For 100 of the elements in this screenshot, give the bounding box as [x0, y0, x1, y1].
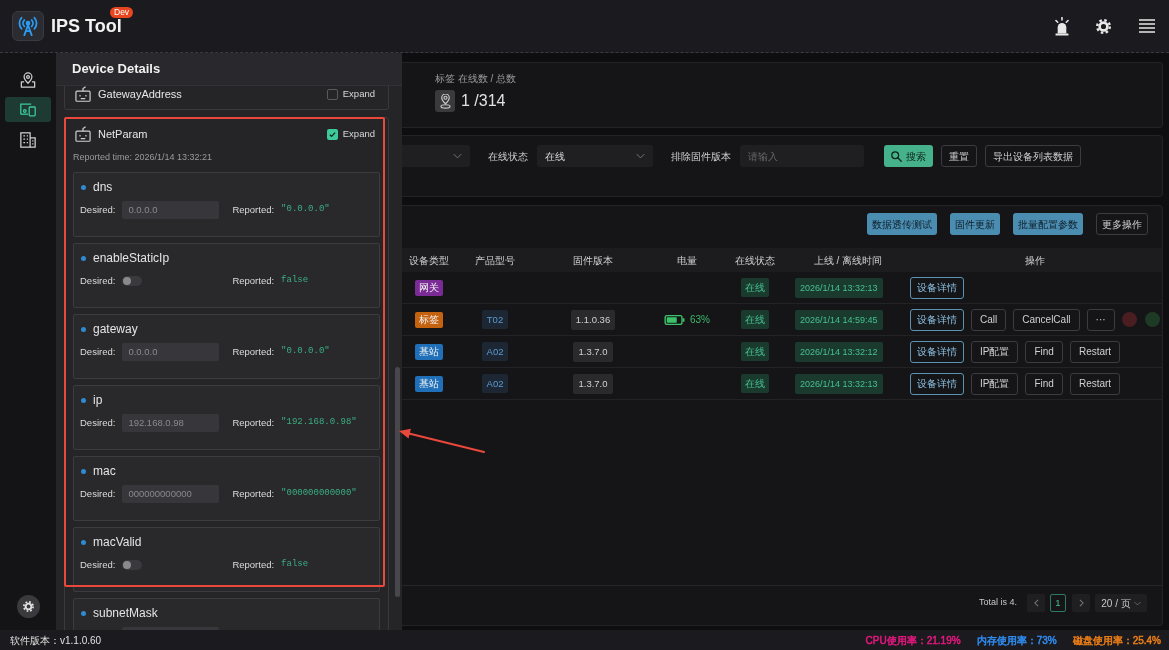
menu-icon[interactable] — [1139, 19, 1155, 33]
action-button[interactable]: 设备详情 — [910, 340, 964, 363]
section-title: NetParam — [98, 126, 148, 142]
toggle-switch[interactable] — [122, 276, 143, 286]
search-icon — [891, 150, 902, 162]
reported-value: "0.0.0.0" — [281, 345, 330, 359]
property-name: macValid — [93, 534, 142, 551]
battery-icon — [664, 314, 685, 325]
column-header: 产品型号 — [475, 253, 515, 268]
toolbar-button[interactable]: 批量配置参数 — [1013, 213, 1083, 235]
property-name: ip — [93, 392, 103, 409]
select-field[interactable]: 在线 — [537, 145, 653, 167]
desired-label: Desired: — [80, 557, 116, 572]
select-field[interactable] — [402, 145, 470, 167]
robot-icon — [75, 86, 91, 102]
filter-button[interactable]: 重置 — [941, 145, 977, 167]
time-tag: 2026/1/14 13:32:12 — [795, 341, 883, 362]
action-button[interactable]: Call — [971, 308, 1007, 331]
model-tag: T02 — [481, 310, 509, 329]
total-count: Total is 4. — [978, 596, 1017, 610]
filter-button[interactable]: 搜索 — [884, 145, 933, 167]
chevron-down-icon — [1133, 600, 1141, 606]
sidebar-item[interactable] — [5, 97, 51, 122]
model-tag: A02 — [481, 342, 509, 361]
usage-reading: 磁盘使用率：25.4% — [1072, 633, 1161, 648]
robot-icon — [75, 126, 91, 142]
filter-button[interactable]: 导出设备列表数据 — [985, 145, 1081, 167]
settings-button[interactable] — [16, 595, 40, 618]
property-name: enableStaticIp — [93, 250, 170, 267]
desired-input[interactable]: 192.168.0.98 — [122, 414, 220, 432]
action-button[interactable]: ··· — [1086, 308, 1115, 331]
reported-label: Reported: — [232, 344, 275, 359]
action-button[interactable]: Restart — [1069, 372, 1121, 395]
action-button[interactable]: 设备详情 — [910, 372, 964, 395]
desired-label: Desired: — [80, 415, 116, 430]
time-tag: 2026/1/14 13:32:13 — [795, 373, 883, 394]
chevron-down-icon — [636, 153, 645, 159]
expand-label: Expand — [342, 86, 375, 101]
action-button[interactable]: Restart — [1069, 340, 1121, 363]
chevron-left-icon — [1033, 599, 1039, 607]
action-button[interactable]: CancelCall — [1013, 308, 1080, 331]
toolbar-button[interactable]: 更多操作 — [1096, 213, 1148, 235]
column-header: 上线 / 离线时间 — [813, 253, 883, 268]
device-type-tag: 网关 — [415, 279, 443, 296]
time-tag: 2026/1/14 14:59:45 — [795, 309, 883, 330]
column-header: 在线状态 — [735, 253, 775, 268]
map-pin-icon — [20, 71, 36, 88]
chevron-down-icon — [453, 153, 462, 159]
section-title: GatewayAddress — [98, 86, 182, 102]
device-type-tag: 基站 — [415, 343, 443, 360]
chevron-right-icon — [1078, 599, 1084, 607]
column-header: 设备类型 — [409, 253, 449, 268]
page-button[interactable]: 1 — [1050, 594, 1066, 612]
dev-badge: Dev — [110, 7, 134, 18]
page-size-select[interactable]: 20 / 页 — [1095, 594, 1147, 612]
property-name: subnetMask — [93, 605, 158, 622]
device-type-tag: 基站 — [415, 375, 443, 392]
column-header: 电量 — [677, 253, 697, 268]
alarm-light-icon[interactable] — [1055, 16, 1069, 36]
location-pin-icon — [435, 90, 455, 112]
reported-time: Reported time: 2026/1/14 13:32:21 — [73, 151, 213, 163]
building-icon — [20, 131, 36, 148]
time-tag: 2026/1/14 13:32:13 — [795, 277, 883, 298]
firmware-tag: 1.1.0.36 — [570, 309, 616, 330]
reported-value: "0.0.0.0" — [281, 203, 330, 217]
action-button[interactable]: 设备详情 — [910, 308, 964, 331]
reported-value: false — [281, 274, 309, 288]
expand-checkbox[interactable] — [326, 128, 338, 140]
desired-input[interactable]: 000000000000 — [122, 485, 220, 503]
action-button[interactable]: IP配置 — [971, 340, 1019, 363]
toggle-switch[interactable] — [122, 560, 143, 570]
status-tag: 在线 — [741, 374, 769, 393]
expand-checkbox[interactable] — [326, 88, 338, 100]
firmware-tag: 1.3.7.0 — [573, 341, 613, 362]
toolbar-button[interactable]: 数据透传测试 — [867, 213, 937, 235]
text-input[interactable]: 请输入 — [740, 145, 864, 167]
desired-input[interactable]: 0.0.0.0 — [122, 201, 220, 219]
model-tag: A02 — [481, 374, 509, 393]
action-button[interactable]: Find — [1025, 340, 1063, 363]
reported-label: Reported: — [232, 415, 275, 430]
toolbar-button[interactable]: 固件更新 — [950, 213, 1000, 235]
settings-icon[interactable] — [1096, 18, 1111, 34]
property-name: dns — [93, 179, 113, 196]
action-button[interactable]: IP配置 — [971, 372, 1019, 395]
desired-label: Desired: — [80, 344, 116, 359]
reported-value: "000000000000" — [281, 487, 357, 501]
column-header: 操作 — [1025, 253, 1045, 268]
stats-label: 标签 在线数 / 总数 — [435, 72, 517, 86]
action-button[interactable]: Find — [1025, 372, 1063, 395]
desired-input[interactable]: 0.0.0.0 — [122, 343, 220, 361]
filter-label: 在线状态 — [488, 149, 528, 164]
version-label: 软件版本：v1.1.0.60 — [10, 633, 102, 648]
usage-reading: 内存使用率：73% — [976, 633, 1057, 648]
property-name: mac — [93, 463, 116, 480]
stats-value: 1 /314 — [461, 91, 506, 111]
reported-label: Reported: — [232, 557, 275, 572]
battery-reading: 63% — [690, 313, 710, 327]
firmware-tag: 1.3.7.0 — [573, 373, 613, 394]
antenna-logo-icon — [12, 11, 44, 41]
action-button[interactable]: 设备详情 — [910, 276, 964, 299]
